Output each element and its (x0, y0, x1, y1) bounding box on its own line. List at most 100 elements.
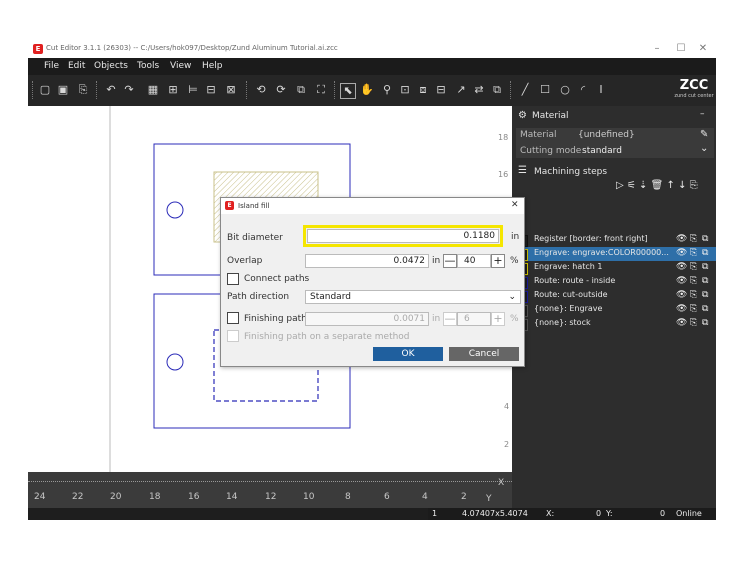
visibility-eye-icon[interactable]: 👁 (676, 304, 687, 314)
delete-step-icon[interactable]: 🗑 (651, 180, 664, 191)
text-tool-icon[interactable]: I (594, 83, 608, 97)
island-fill-dialog: E Island fill ✕ Bit diameter 0.1180 in O… (220, 197, 525, 367)
zoom-icon[interactable]: ⚲ (380, 83, 394, 97)
sort-icon[interactable]: ⇣ (639, 180, 647, 191)
step-copy-icon[interactable]: ⧉ (702, 318, 708, 328)
step-export-icon[interactable]: ⎘ (690, 304, 697, 314)
step-export-icon[interactable]: ⎘ (690, 262, 697, 272)
finishing-path-input[interactable]: 0.0071 (305, 312, 429, 326)
step-copy-icon[interactable]: ⧉ (702, 304, 708, 314)
zoom-fit-icon[interactable]: ⊡ (398, 83, 412, 97)
ungroup-icon[interactable]: ⊞ (166, 83, 180, 97)
line-tool-icon[interactable]: ╱ (518, 83, 532, 97)
cutting-mode-label: Cutting mode (520, 146, 582, 156)
machining-step-row[interactable]: {none}: Engrave 👁 ⎘ ⧉ (512, 303, 716, 317)
step-copy-icon[interactable]: ⧉ (702, 248, 708, 258)
step-export-icon[interactable]: ⎘ (690, 318, 697, 328)
material-header[interactable]: ⚙ Material – (512, 108, 716, 125)
step-export-icon[interactable]: ⎘ (690, 276, 697, 286)
step-copy-icon[interactable]: ⧉ (702, 276, 708, 286)
select-pointer-icon[interactable]: ⬉ (340, 83, 356, 99)
finishing-path-checkbox[interactable] (227, 312, 239, 324)
maximize-button[interactable]: ☐ (672, 42, 690, 56)
minimize-button[interactable]: – (648, 42, 666, 56)
copy-tool-icon[interactable]: ⧉ (490, 83, 504, 97)
step-copy-icon[interactable]: ⧉ (702, 290, 708, 300)
finishing-separate-checkbox[interactable] (227, 330, 239, 342)
chevron-down-icon[interactable]: ⌄ (700, 143, 708, 154)
export-icon[interactable]: ⎘ (76, 83, 90, 97)
path-tool-2-icon[interactable]: ⟳ (274, 83, 288, 97)
step-export-icon[interactable]: ⎘ (690, 234, 697, 244)
arrow-tool-icon[interactable]: ↗ (454, 83, 468, 97)
menu-tools[interactable]: Tools (137, 61, 159, 71)
layout-icon[interactable]: ⊟ (434, 83, 448, 97)
overlap-label: Overlap (227, 256, 263, 266)
add-step-icon[interactable]: ▷ (616, 180, 624, 191)
machining-header[interactable]: ☰ Machining steps (512, 164, 716, 181)
toolbar-grip (32, 81, 35, 99)
ok-button[interactable]: OK (373, 347, 443, 361)
finishing-percent-input[interactable]: 6 (457, 312, 491, 326)
overlap-input[interactable]: 0.0472 (305, 254, 429, 268)
cutting-mode-value[interactable]: standard (582, 146, 622, 156)
overlap-percent-input[interactable]: 40 (457, 254, 491, 268)
menu-edit[interactable]: Edit (68, 61, 85, 71)
step-export-icon[interactable]: ⎘ (690, 248, 697, 258)
move-down-icon[interactable]: ↓ (678, 180, 686, 191)
machining-step-row[interactable]: {none}: stock 👁 ⎘ ⧉ (512, 317, 716, 331)
menu-file[interactable]: File (44, 61, 59, 71)
machining-step-row[interactable]: Route: cut-outside 👁 ⎘ ⧉ (512, 289, 716, 303)
visibility-eye-icon[interactable]: 👁 (676, 318, 687, 328)
path-tool-4-icon[interactable]: ⛶ (314, 83, 328, 97)
machining-step-row[interactable]: Engrave: engrave:COLOR00000... 👁 ⎘ ⧉ (512, 247, 716, 261)
dialog-close-button[interactable]: ✕ (511, 200, 519, 210)
path-tool-1-icon[interactable]: ⟲ (254, 83, 268, 97)
undo-icon[interactable]: ↶ (104, 83, 118, 97)
visibility-eye-icon[interactable]: 👁 (676, 248, 687, 258)
machining-step-row[interactable]: Engrave: hatch 1 👁 ⎘ ⧉ (512, 261, 716, 275)
step-copy-icon[interactable]: ⧉ (702, 262, 708, 272)
finishing-decrement-button[interactable]: — (443, 312, 457, 326)
edit-pencil-icon[interactable]: ✎ (700, 129, 708, 140)
zoom-page-icon[interactable]: ⧈ (416, 83, 430, 97)
rectangle-tool-icon[interactable]: ☐ (538, 83, 552, 97)
machining-step-row[interactable]: Route: route - inside 👁 ⎘ ⧉ (512, 275, 716, 289)
material-value[interactable]: {undefined} (578, 130, 635, 140)
machining-step-row[interactable]: Register [border: front right] 👁 ⎘ ⧉ (512, 233, 716, 247)
arc-tool-icon[interactable]: ◜ (576, 83, 590, 97)
path-tool-3-icon[interactable]: ⧉ (294, 83, 308, 97)
menu-help[interactable]: Help (202, 61, 223, 71)
path-direction-select[interactable]: Standard ⌄ (305, 290, 521, 304)
delete-icon[interactable]: ⊟ (204, 83, 218, 97)
swap-icon[interactable]: ⇄ (472, 83, 486, 97)
new-file-icon[interactable]: ▢ (38, 83, 52, 97)
step-export-icon[interactable]: ⎘ (690, 290, 697, 300)
cancel-button[interactable]: Cancel (449, 347, 519, 361)
move-up-icon[interactable]: ↑ (667, 180, 675, 191)
pan-hand-icon[interactable]: ✋ (360, 83, 374, 97)
menu-view[interactable]: View (170, 61, 191, 71)
overlap-decrement-button[interactable]: — (443, 254, 457, 268)
bit-diameter-input[interactable]: 0.1180 (307, 229, 499, 243)
align-icon[interactable]: ⊨ (186, 83, 200, 97)
close-window-button[interactable]: ✕ (694, 42, 712, 56)
visibility-eye-icon[interactable]: 👁 (676, 262, 687, 272)
visibility-eye-icon[interactable]: 👁 (676, 290, 687, 300)
circle-tool-icon[interactable]: ○ (558, 83, 572, 97)
menu-objects[interactable]: Objects (94, 61, 128, 71)
export-step-icon[interactable]: ⎘ (690, 180, 698, 191)
filter-icon[interactable]: ⚟ (627, 180, 636, 191)
finishing-increment-button[interactable]: + (491, 312, 505, 326)
save-icon[interactable]: ▣ (56, 83, 70, 97)
collapse-icon[interactable]: – (700, 109, 705, 119)
upper-hole (166, 201, 184, 219)
visibility-eye-icon[interactable]: 👁 (676, 276, 687, 286)
connect-paths-checkbox[interactable] (227, 273, 239, 285)
group-icon[interactable]: ▦ (146, 83, 160, 97)
visibility-eye-icon[interactable]: 👁 (676, 234, 687, 244)
frame-icon[interactable]: ⊠ (224, 83, 238, 97)
redo-icon[interactable]: ↷ (122, 83, 136, 97)
overlap-increment-button[interactable]: + (491, 254, 505, 268)
step-copy-icon[interactable]: ⧉ (702, 234, 708, 244)
